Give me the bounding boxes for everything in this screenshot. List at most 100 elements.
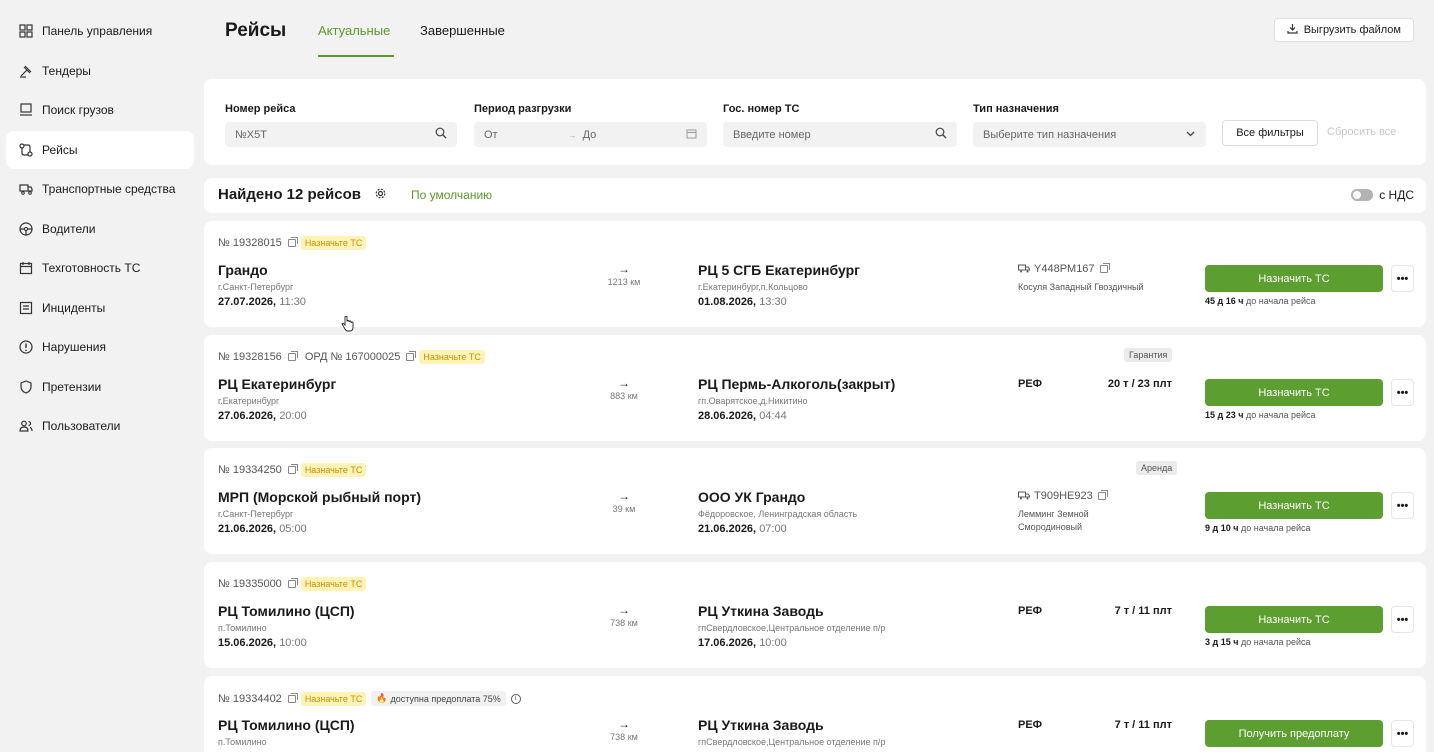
distance: 738 км [610, 732, 638, 742]
departure-datetime: 21.06.2026, 05:00 [218, 523, 307, 535]
trip-card[interactable]: № 19328156 ОРД № 167000025 Назначьте ТС … [204, 335, 1426, 441]
status-badge: Назначьте ТС [300, 236, 367, 250]
countdown-value: 9 д 10 ч [1205, 523, 1239, 533]
more-options-button[interactable]: ••• [1391, 492, 1414, 519]
arrival-date: 21.06.2026, [698, 523, 757, 535]
vehicle-type: РЕФ [1018, 719, 1043, 731]
more-options-button[interactable]: ••• [1391, 720, 1414, 747]
sidebar-item-claims[interactable]: Претензии [6, 368, 194, 406]
sort-selector[interactable]: По умолчанию [411, 188, 492, 202]
sidebar-item-drivers[interactable]: Водители [6, 210, 194, 248]
tab-current[interactable]: Актуальные [318, 23, 390, 38]
reset-filters-button[interactable]: Сбросить все [1327, 126, 1396, 138]
vat-toggle[interactable] [1351, 189, 1374, 201]
ord-number: ОРД № 167000025 [304, 351, 401, 363]
assign-vehicle-button[interactable]: Назначить ТС [1205, 379, 1383, 406]
sidebar-item-trips[interactable]: Рейсы [6, 130, 194, 169]
page-title: Рейсы [225, 20, 287, 41]
destination-name: ООО УК Грандо [698, 489, 806, 505]
departure-date: 27.07.2026, [218, 296, 277, 308]
filters-panel: Номер рейса №X5T Период разгрузки От → Д… [204, 79, 1426, 165]
sidebar-item-tenders[interactable]: Тендеры [6, 52, 194, 90]
vehicle-type: РЕФ [1018, 605, 1043, 617]
more-options-button[interactable]: ••• [1391, 265, 1414, 292]
assignment-tag: Гарантия [1124, 348, 1173, 362]
sidebar-item-users[interactable]: Пользователи [6, 407, 194, 445]
origin-address: г.Екатеринбург [218, 396, 280, 406]
copy-icon[interactable] [287, 692, 298, 703]
origin-address: п.Томилино [218, 623, 267, 633]
arrival-date: 01.08.2026, [698, 296, 757, 308]
copy-icon[interactable] [287, 464, 298, 474]
assign-vehicle-button[interactable]: Назначить ТС [1205, 492, 1383, 519]
countdown-value: 3 д 15 ч [1205, 637, 1239, 647]
filter-assignment-type: Тип назначения Выберите тип назначения [973, 103, 1206, 147]
copy-icon[interactable] [287, 351, 298, 361]
trip-card[interactable]: № 19334250 Назначьте ТС Аренда МРП (Морс… [204, 448, 1426, 554]
info-icon[interactable]: i [510, 693, 521, 704]
period-to: До [582, 128, 597, 141]
assign-vehicle-button[interactable]: Назначить ТС [1205, 606, 1383, 633]
vat-label: с НДС [1379, 188, 1414, 202]
export-file-label: Выгрузить файлом [1303, 24, 1401, 36]
trip-card[interactable]: № 19328015 Назначьте ТС Грандо г.Санкт-П… [204, 221, 1426, 327]
trip-card[interactable]: № 19334402 Назначьте ТС 🔥 доступна предо… [204, 676, 1426, 752]
destination-address: Фёдоровское, Ленинградская область [698, 509, 858, 519]
departure-time: 05:00 [279, 523, 307, 535]
more-options-button[interactable]: ••• [1391, 379, 1414, 406]
sidebar-item-tech-readiness[interactable]: Техготовность ТС [6, 249, 194, 287]
capacity: 7 т / 11 плт [1114, 719, 1172, 731]
copy-icon[interactable] [406, 351, 417, 361]
sidebar-item-label: Пользователи [42, 419, 121, 433]
copy-icon[interactable] [1099, 263, 1110, 273]
trip-card[interactable]: № 19335000 Назначьте ТС РЦ Томилино (ЦСП… [204, 562, 1426, 668]
sidebar-item-label: Поиск грузов [42, 103, 114, 117]
fire-icon: 🔥 [376, 693, 388, 703]
arrival-time: 04:44 [759, 410, 787, 422]
vehicle-number-input[interactable]: Введите номер [723, 122, 957, 147]
sidebar-item-violations[interactable]: Нарушения [6, 328, 194, 366]
more-options-button[interactable]: ••• [1391, 606, 1414, 633]
arrival-date: 28.06.2026, [698, 410, 757, 422]
alert-icon [18, 339, 34, 355]
sidebar-item-label: Рейсы [42, 142, 78, 157]
sidebar-item-incidents[interactable]: Инциденты [6, 289, 194, 327]
period-from: От [484, 128, 498, 141]
assignment-type-placeholder: Выберите тип назначения [983, 128, 1117, 141]
capacity: 7 т / 11 плт [1114, 605, 1172, 617]
assign-vehicle-button[interactable]: Назначить ТС [1205, 265, 1383, 292]
sidebar-item-dashboard[interactable]: Панель управления [6, 12, 194, 50]
countdown-value: 45 д 16 ч [1205, 296, 1244, 306]
copy-icon[interactable] [287, 237, 298, 247]
arrival-date: 17.06.2026, [698, 637, 757, 649]
trip-number-value: №X5T [235, 128, 267, 141]
sidebar-item-vehicles[interactable]: Транспортные средства [6, 170, 194, 208]
unload-period-input[interactable]: От → До [474, 122, 707, 147]
trip-number: № 19328015 [218, 237, 282, 249]
all-filters-button[interactable]: Все фильтры [1222, 120, 1318, 146]
tab-completed[interactable]: Завершенные [420, 23, 505, 38]
destination-name: РЦ Уткина Заводь [698, 603, 824, 619]
driver-name: Косуля Западный Гвоздичный [1018, 282, 1144, 292]
steering-wheel-icon [18, 221, 34, 237]
trip-number: № 19328156 [218, 351, 282, 363]
departure-datetime: 27.06.2026, 20:00 [218, 410, 307, 422]
get-prepayment-button[interactable]: Получить предоплату [1205, 720, 1383, 747]
assignment-type-select[interactable]: Выберите тип назначения [973, 122, 1206, 147]
chevron-down-icon [1185, 128, 1196, 142]
origin-address: г.Санкт-Петербург [218, 509, 294, 519]
distance: 738 км [610, 618, 638, 628]
status-badge: Назначьте ТС [419, 350, 485, 364]
gear-icon[interactable] [375, 188, 386, 202]
arrow-right-icon: → [618, 376, 630, 390]
sidebar-item-cargo-search[interactable]: Поиск грузов [6, 91, 194, 129]
export-file-button[interactable]: Выгрузить файлом [1273, 18, 1414, 42]
trip-number-input[interactable]: №X5T [225, 122, 457, 147]
status-badge: Назначьте ТС [300, 577, 367, 591]
copy-icon[interactable] [287, 578, 298, 588]
trip-header: № 19334250 Назначьте ТС [218, 463, 367, 477]
destination-address: гп.Оварятское,д.Никитино [698, 396, 808, 406]
copy-icon[interactable] [1097, 490, 1108, 500]
capacity: 20 т / 23 плт [1107, 378, 1172, 390]
countdown: 45 д 16 ч до начала рейса [1205, 296, 1316, 306]
